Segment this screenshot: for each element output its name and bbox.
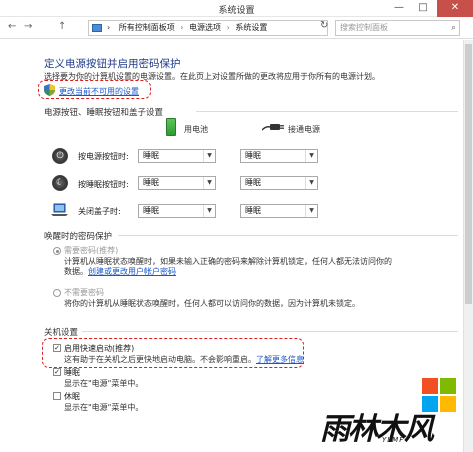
- watermark-text: 雨林木风: [320, 412, 434, 447]
- maximize-button[interactable]: □: [411, 0, 435, 17]
- require-password-radio[interactable]: [53, 247, 61, 255]
- sleep-checkbox[interactable]: ✓: [53, 368, 61, 376]
- column-battery: 用电池: [184, 125, 208, 134]
- sleep-button-plugged-select[interactable]: 睡眠 ▼: [240, 176, 318, 190]
- highlight-box-fast-startup: [42, 338, 304, 368]
- power-button-icon: ⏻: [52, 148, 68, 164]
- sleep-desc: 显示在"电源"菜单中。: [64, 379, 144, 388]
- back-arrow-icon[interactable]: ←: [8, 21, 16, 32]
- section-heading-password: 唤醒时的密码保护: [44, 232, 113, 242]
- breadcrumb-sep: ›: [107, 23, 111, 32]
- section-divider: [82, 331, 458, 332]
- section-divider: [118, 235, 458, 236]
- row-label-close-lid: 关闭盖子时:: [78, 207, 121, 216]
- no-password-desc: 将你的计算机从睡眠状态唤醒时，任何人都可以访问你的数据，因为计算机未锁定。: [64, 299, 360, 308]
- forward-arrow-icon[interactable]: →: [24, 21, 32, 32]
- battery-icon: [166, 118, 176, 136]
- hibernate-desc: 显示在"电源"菜单中。: [64, 403, 144, 412]
- hibernate-label: 休眠: [64, 392, 80, 401]
- page-title: 定义电源按钮并启用密码保护: [44, 58, 181, 70]
- chevron-down-icon: ▼: [305, 150, 317, 162]
- row-label-sleep-button: 按睡眠按钮时:: [78, 180, 129, 189]
- search-placeholder: 搜索控制面板: [340, 23, 388, 32]
- refresh-icon[interactable]: ↻: [320, 20, 328, 31]
- section-divider: [196, 111, 458, 112]
- close-lid-plugged-select[interactable]: 睡眠 ▼: [240, 204, 318, 218]
- close-lid-battery-select[interactable]: 睡眠 ▼: [138, 204, 216, 218]
- address-bar[interactable]: › 所有控制面板项 › 电源选项 › 系统设置: [88, 20, 328, 36]
- search-icon[interactable]: ⌕: [451, 21, 456, 35]
- chevron-down-icon: ▼: [305, 205, 317, 217]
- chevron-down-icon: ▼: [203, 150, 215, 162]
- minimize-button[interactable]: —: [387, 0, 411, 17]
- watermark-subtext: YLMF: [382, 436, 405, 444]
- no-password-radio[interactable]: [53, 289, 61, 297]
- hibernate-checkbox[interactable]: [53, 392, 61, 400]
- column-plugged-in: 接通电源: [288, 125, 320, 134]
- sleep-button-icon: ☾: [52, 175, 68, 191]
- chevron-down-icon: ▼: [305, 177, 317, 189]
- create-password-link[interactable]: 数据。创建或更改用户帐户密码: [64, 266, 176, 277]
- watermark: 雨林木风 YLMF: [318, 378, 468, 450]
- breadcrumb-system-settings[interactable]: 系统设置: [235, 23, 267, 32]
- up-arrow-icon[interactable]: ↑: [58, 21, 66, 32]
- section-heading-buttons: 电源按钮、睡眠按钮和盖子设置: [44, 108, 164, 118]
- breadcrumb-sep: ›: [226, 23, 230, 32]
- control-panel-icon: [92, 24, 102, 32]
- laptop-lid-icon: [51, 203, 68, 216]
- power-plug-icon: [262, 124, 284, 131]
- section-heading-shutdown: 关机设置: [44, 328, 79, 338]
- breadcrumb-power-options[interactable]: 电源选项: [189, 23, 221, 32]
- require-password-label: 需要密码(推荐): [64, 246, 119, 255]
- chevron-down-icon: ▼: [203, 177, 215, 189]
- close-button[interactable]: ✕: [437, 0, 473, 17]
- scrollbar-thumb[interactable]: [465, 44, 472, 304]
- title-bar: 系统设置 — □ ✕: [0, 0, 473, 17]
- sleep-button-battery-select[interactable]: 睡眠 ▼: [138, 176, 216, 190]
- breadcrumb-all-items[interactable]: 所有控制面板项: [119, 23, 175, 32]
- navigation-bar: ← → ↑ › 所有控制面板项 › 电源选项 › 系统设置 ↻ 搜索控制面板 ⌕: [0, 17, 473, 39]
- sleep-label: 睡眠: [64, 368, 80, 377]
- highlight-box-change-link: [38, 80, 151, 99]
- row-label-power-button: 按电源按钮时:: [78, 152, 129, 161]
- chevron-down-icon: ▼: [203, 205, 215, 217]
- search-input[interactable]: 搜索控制面板 ⌕: [335, 20, 460, 36]
- no-password-label: 不需要密码: [64, 288, 104, 297]
- breadcrumb-sep: ›: [180, 23, 184, 32]
- power-button-plugged-select[interactable]: 睡眠 ▼: [240, 149, 318, 163]
- power-button-battery-select[interactable]: 睡眠 ▼: [138, 149, 216, 163]
